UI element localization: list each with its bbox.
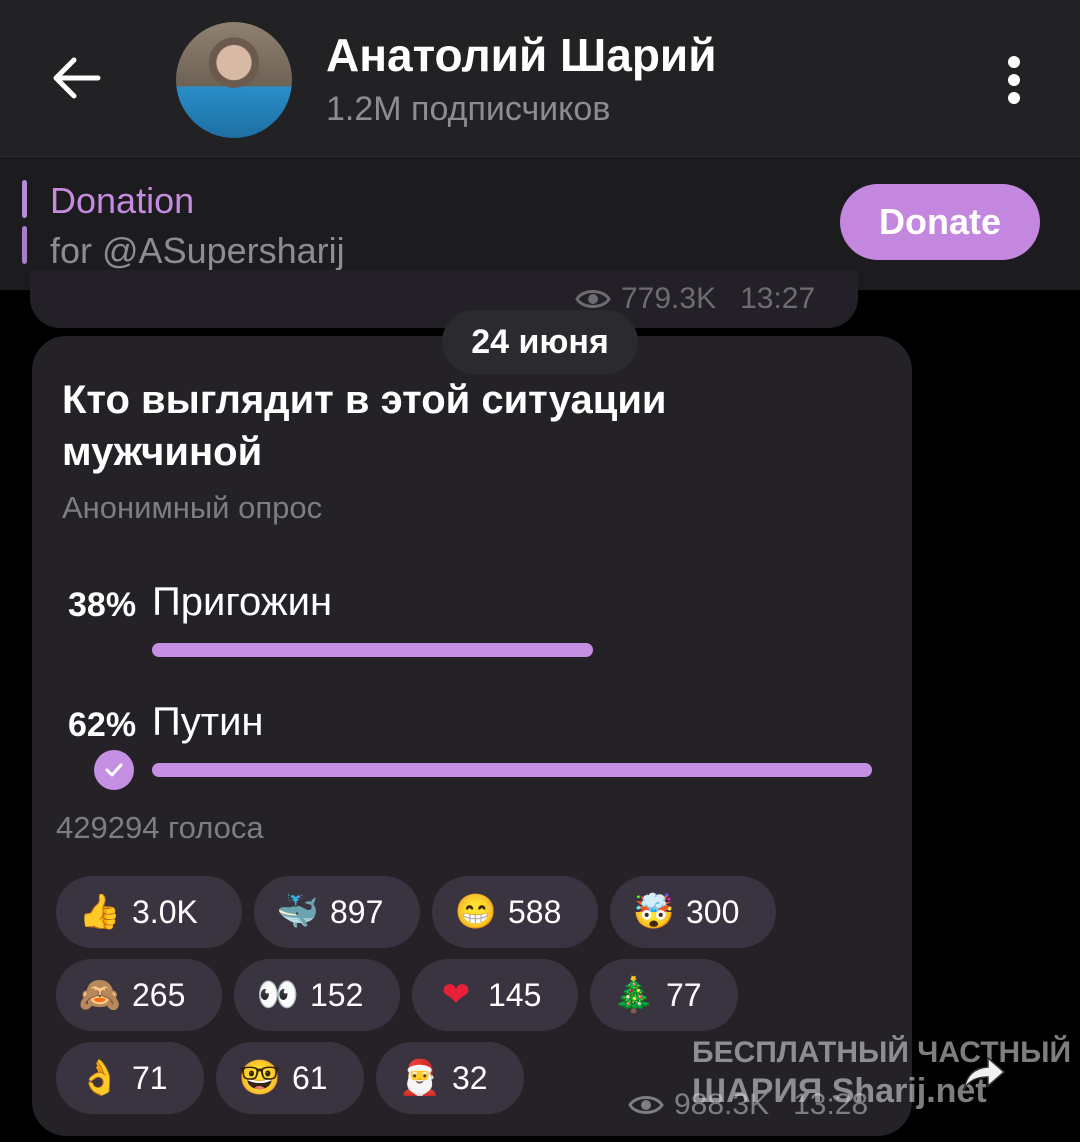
reaction-count: 588 bbox=[508, 893, 562, 930]
previous-views: 779.3K bbox=[621, 282, 717, 315]
christmas-tree-icon: 🎄 bbox=[612, 976, 656, 1014]
back-arrow-icon[interactable] bbox=[48, 50, 104, 106]
watermark-line-2: ШАРИЯ Sharij.net bbox=[692, 1072, 987, 1110]
reaction-chip[interactable]: ❤ 145 bbox=[412, 959, 578, 1031]
whale-icon: 🐳 bbox=[276, 893, 320, 931]
more-options-icon[interactable] bbox=[996, 52, 1032, 108]
reaction-count: 300 bbox=[686, 893, 740, 930]
poll-type-label: Анонимный опрос bbox=[62, 490, 323, 525]
thumbs-up-icon: 👍 bbox=[78, 893, 122, 931]
reaction-count: 71 bbox=[132, 1059, 168, 1096]
nerd-face-icon: 🤓 bbox=[238, 1059, 282, 1097]
reaction-count: 3.0K bbox=[132, 893, 198, 930]
views-eye-icon bbox=[575, 290, 611, 308]
poll-option-percent: 62% bbox=[68, 706, 137, 744]
pinned-title: Donation bbox=[50, 180, 195, 221]
reaction-count: 61 bbox=[292, 1059, 328, 1096]
reaction-chip[interactable]: 👀 152 bbox=[234, 959, 400, 1031]
poll-option-percent: 38% bbox=[68, 586, 137, 624]
eyes-icon: 👀 bbox=[256, 976, 300, 1014]
reaction-count: 145 bbox=[488, 976, 542, 1013]
reaction-chip[interactable]: 🐳 897 bbox=[254, 876, 420, 948]
exploding-head-icon: 🤯 bbox=[632, 893, 676, 931]
watermark-line-1: БЕСПЛАТНЫЙ ЧАСТНЫЙ bbox=[692, 1036, 1072, 1069]
ok-hand-icon: 👌 bbox=[78, 1059, 122, 1097]
heart-icon: ❤ bbox=[441, 976, 471, 1014]
poll-question: Кто выглядит в этой ситуации мужчиной bbox=[62, 378, 667, 474]
date-separator: 24 июня bbox=[442, 310, 638, 374]
reaction-count: 77 bbox=[666, 976, 702, 1013]
poll-option-bar bbox=[152, 763, 872, 777]
poll-option-label: Пригожин bbox=[152, 580, 333, 624]
reaction-chip[interactable]: 🎄 77 bbox=[590, 959, 738, 1031]
reaction-chip[interactable]: 🙈 265 bbox=[56, 959, 222, 1031]
reaction-chip[interactable]: 👍 3.0K bbox=[56, 876, 242, 948]
reaction-count: 897 bbox=[330, 893, 384, 930]
reaction-count: 152 bbox=[310, 976, 364, 1013]
reaction-chip[interactable]: 🤓 61 bbox=[216, 1042, 364, 1114]
pinned-indicator-2 bbox=[22, 226, 27, 264]
grinning-face-icon: 😁 bbox=[454, 893, 498, 931]
pinned-subtitle: for @ASupersharij bbox=[50, 230, 345, 271]
poll-vote-count: 429294 голоса bbox=[56, 810, 264, 845]
poll-option-label: Путин bbox=[152, 700, 264, 744]
donate-button[interactable]: Donate bbox=[840, 184, 1040, 260]
previous-time: 13:27 bbox=[740, 282, 816, 315]
reaction-chip[interactable]: 🤯 300 bbox=[610, 876, 776, 948]
channel-avatar[interactable] bbox=[176, 22, 292, 138]
subscriber-count: 1.2M подписчиков bbox=[326, 90, 611, 128]
pinned-indicator bbox=[22, 180, 27, 218]
reaction-count: 32 bbox=[452, 1059, 488, 1096]
reaction-chip[interactable]: 👌 71 bbox=[56, 1042, 204, 1114]
poll-option-bar bbox=[152, 643, 593, 657]
channel-title[interactable]: Анатолий Шарий bbox=[326, 28, 716, 82]
selected-check-icon bbox=[94, 750, 134, 790]
see-no-evil-monkey-icon: 🙈 bbox=[78, 976, 122, 1014]
reaction-chip[interactable]: 😁 588 bbox=[432, 876, 598, 948]
watermark: БЕСПЛАТНЫЙ ЧАСТНЫЙ ШАРИЯ Sharij.net bbox=[692, 1034, 1071, 1110]
share-arrow-icon[interactable] bbox=[960, 1050, 1008, 1098]
reaction-count: 265 bbox=[132, 976, 186, 1013]
reaction-chip[interactable]: 🎅 32 bbox=[376, 1042, 524, 1114]
santa-icon: 🎅 bbox=[398, 1059, 442, 1097]
views-eye-icon bbox=[628, 1096, 664, 1114]
